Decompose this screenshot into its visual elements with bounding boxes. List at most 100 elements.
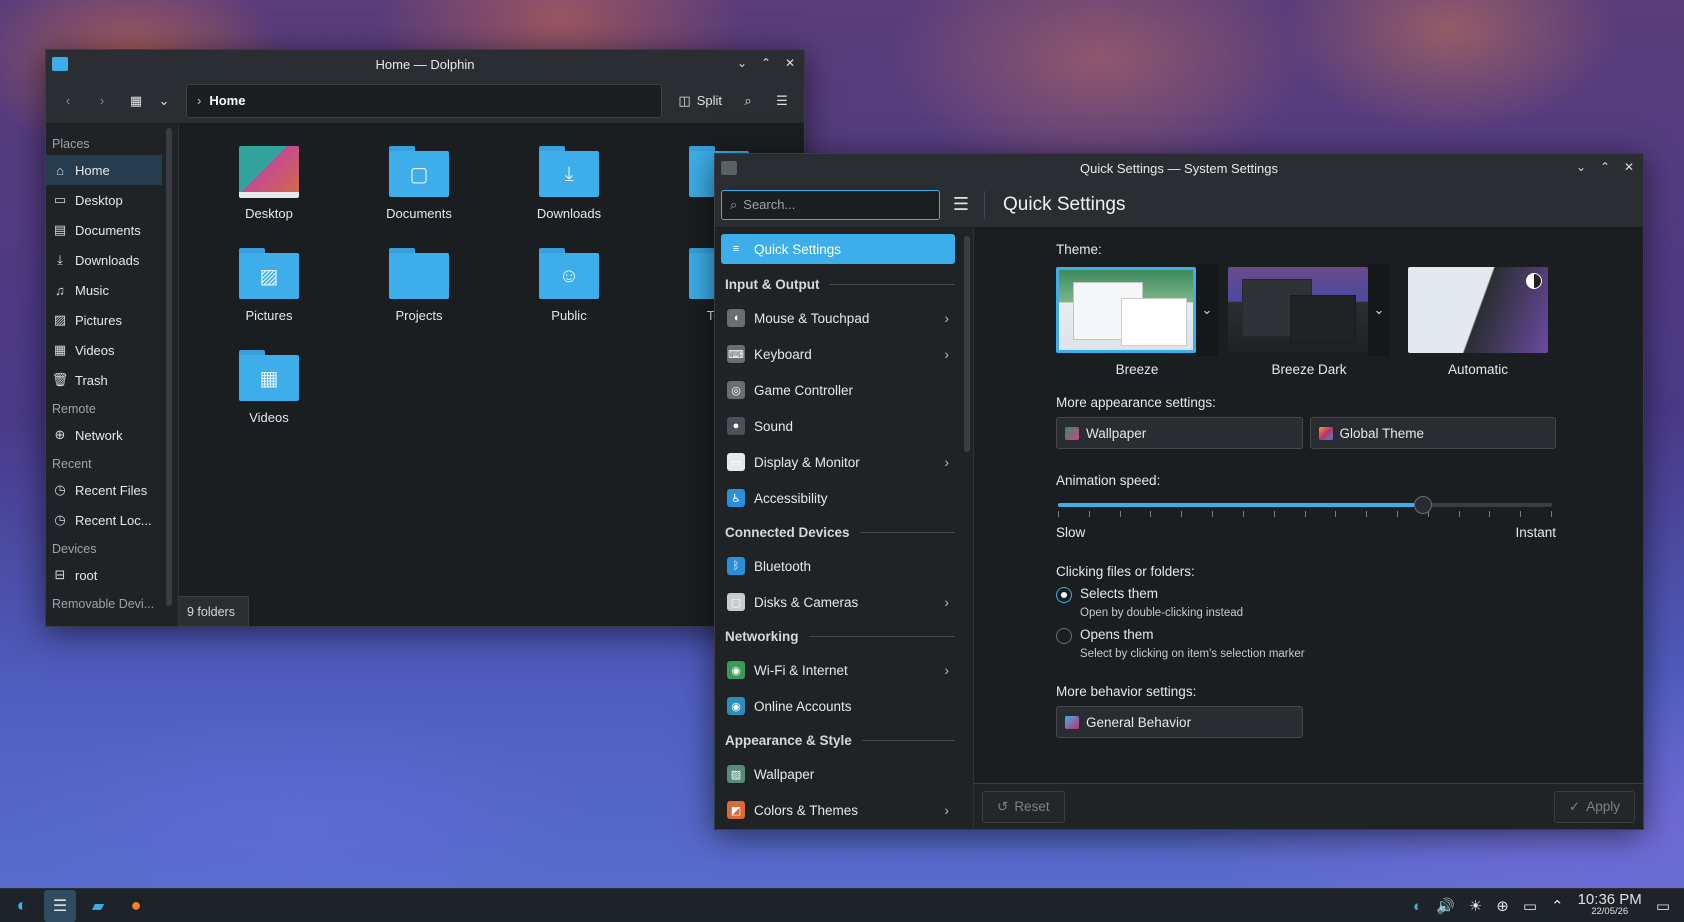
theme-variant-dropdown-icon[interactable]: ⌄ <box>1196 264 1218 356</box>
sidebar-item-game-controller[interactable]: ◎ Game Controller <box>721 372 955 408</box>
search-placeholder[interactable]: Search... <box>743 197 795 212</box>
places-item-recent-loc-[interactable]: ◷ Recent Loc... <box>46 505 162 535</box>
clock[interactable]: 10:36 PM 22/05/26 <box>1578 892 1642 918</box>
sidebar-item-mouse-touchpad[interactable]: ◖ Mouse & Touchpad › <box>721 300 955 336</box>
behavior-settings-label: More behavior settings: <box>1056 684 1197 699</box>
radio-button-unselected[interactable] <box>1056 628 1072 644</box>
maximize-icon[interactable]: ⌃ <box>1597 159 1613 175</box>
animation-speed-slider[interactable] <box>1056 495 1554 525</box>
sidebar-item-wallpaper[interactable]: ▨ Wallpaper <box>721 756 955 792</box>
global-theme-button[interactable]: Global Theme <box>1309 417 1556 449</box>
search-field[interactable]: ⌕ Search... <box>721 189 940 220</box>
settings-titlebar[interactable]: Quick Settings — System Settings ⌄ ⌃ ✕ <box>715 154 1643 182</box>
sidebar-category: Networking <box>721 620 955 652</box>
tray-expand-icon[interactable]: ⌃ <box>1551 897 1564 915</box>
recent-locations-icon: ◷ <box>54 512 66 527</box>
places-item-documents[interactable]: ▤ Documents <box>46 215 162 245</box>
theme-card-breeze-dark[interactable]: ⌄ Breeze Dark <box>1228 264 1390 377</box>
places-item-recent-files[interactable]: ◷ Recent Files <box>46 475 162 505</box>
minimize-icon[interactable]: ⌄ <box>1573 159 1589 175</box>
folder-item[interactable]: ▦ Videos <box>194 346 344 438</box>
wallpaper-button[interactable]: Wallpaper <box>1056 417 1303 449</box>
show-desktop-icon[interactable]: ▭ <box>1656 897 1670 915</box>
folder-item[interactable]: Projects <box>344 244 494 336</box>
theme-preview[interactable] <box>1056 267 1196 353</box>
trash-icon: 🗑 <box>51 372 69 387</box>
split-button[interactable]: ◫ Split <box>672 93 728 109</box>
close-icon[interactable]: ✕ <box>782 55 798 71</box>
theme-card-breeze[interactable]: ⌄ Breeze <box>1056 264 1218 377</box>
volume-icon[interactable]: 🔊 <box>1436 897 1455 915</box>
general-behavior-icon <box>1065 715 1079 729</box>
folder-icon <box>389 248 449 300</box>
folder-icon: ▦ <box>239 350 299 402</box>
folder-item[interactable]: ▨ Pictures <box>194 244 344 336</box>
sidebar-category: Connected Devices <box>721 516 955 548</box>
search-icon[interactable]: ⌕ <box>734 87 762 115</box>
maximize-icon[interactable]: ⌃ <box>758 55 774 71</box>
forward-arrow-icon[interactable]: › <box>88 87 116 115</box>
reset-button[interactable]: ↺ Reset <box>982 790 1065 823</box>
folder-item[interactable]: Desktop <box>194 142 344 234</box>
slider-tick <box>1119 511 1121 517</box>
sidebar-item-quick-settings[interactable]: ≡ Quick Settings <box>721 234 955 264</box>
sidebar-item-disks-cameras[interactable]: ▢ Disks & Cameras › <box>721 584 955 620</box>
radio-button-selected[interactable] <box>1056 587 1072 603</box>
apply-label: Apply <box>1586 799 1620 814</box>
theme-preview[interactable] <box>1228 267 1368 353</box>
display-icon[interactable]: ▭ <box>1523 897 1537 915</box>
back-arrow-icon[interactable]: ‹ <box>54 87 82 115</box>
hamburger-menu-icon[interactable]: ☰ <box>946 190 976 220</box>
places-item-pictures[interactable]: ▨ Pictures <box>46 305 162 335</box>
slider-handle[interactable] <box>1413 496 1432 514</box>
places-item-music[interactable]: ♫ Music <box>46 275 162 305</box>
sidebar-item-colors-themes[interactable]: ◩ Colors & Themes › <box>721 792 955 828</box>
close-icon[interactable]: ✕ <box>1621 159 1637 175</box>
folder-item[interactable]: ▢ Documents <box>344 142 494 234</box>
places-item-network[interactable]: ⊕ Network <box>46 420 162 450</box>
app-launcher-icon[interactable]: ◐ <box>6 890 38 922</box>
places-item-label: Documents <box>75 222 141 238</box>
sidebar-category: Appearance & Style <box>721 724 955 756</box>
firefox-icon[interactable]: ● <box>120 890 152 922</box>
network-icon[interactable]: ⊕ <box>1496 897 1509 915</box>
places-item-downloads[interactable]: ⤓ Downloads <box>46 245 162 275</box>
apply-button[interactable]: ✓ Apply <box>1553 790 1635 823</box>
dolphin-titlebar[interactable]: Home — Dolphin ⌄ ⌃ ✕ <box>46 50 804 78</box>
sidebar-item-accessibility[interactable]: ♿ Accessibility <box>721 480 955 516</box>
theme-preview[interactable] <box>1408 267 1548 353</box>
breadcrumb-home[interactable]: Home <box>209 93 245 108</box>
theme-variant-dropdown-icon[interactable]: ⌄ <box>1368 264 1390 356</box>
sidebar-item-keyboard[interactable]: ⌨ Keyboard › <box>721 336 955 372</box>
minimize-icon[interactable]: ⌄ <box>734 55 750 71</box>
sidebar-item-display-monitor[interactable]: ▭ Display & Monitor › <box>721 444 955 480</box>
dolphin-task-icon[interactable]: ▰ <box>82 890 114 922</box>
folder-item[interactable]: ⤓ Downloads <box>494 142 644 234</box>
places-item-root[interactable]: ⊟ root <box>46 560 162 590</box>
theme-card-automatic[interactable]: Automatic <box>1400 264 1556 377</box>
brightness-icon[interactable]: ☀ <box>1469 897 1482 915</box>
sidebar-item-bluetooth[interactable]: ᛒ Bluetooth <box>721 548 955 584</box>
places-item-trash[interactable]: 🗑 Trash <box>46 365 162 395</box>
clock-date: 22/05/26 <box>1591 906 1629 917</box>
sidebar-item-online-accounts[interactable]: ◉ Online Accounts <box>721 688 955 724</box>
general-behavior-button[interactable]: General Behavior <box>1056 706 1303 738</box>
radio-opens-them[interactable]: Opens them Select by clicking on item's … <box>1056 627 1556 660</box>
update-notifier-icon[interactable]: ◐ <box>1413 898 1422 915</box>
location-bar[interactable]: › Home <box>186 83 663 118</box>
chevron-down-icon[interactable]: ⌄ <box>156 87 172 115</box>
sidebar-item-wi-fi-internet[interactable]: ◉ Wi-Fi & Internet › <box>721 652 955 688</box>
network-icon: ⊕ <box>54 427 66 442</box>
radio-selects-sublabel: Open by double-clicking instead <box>1080 607 1244 619</box>
folder-item[interactable]: ☺ Public <box>494 244 644 336</box>
places-item-videos[interactable]: ▦ Videos <box>46 335 162 365</box>
sidebar-scrollbar[interactable] <box>961 228 973 829</box>
sidebar-item-sound[interactable]: ● Sound <box>721 408 955 444</box>
system-settings-task-icon[interactable]: ☰ <box>44 889 76 922</box>
places-item-desktop[interactable]: ▭ Desktop <box>46 185 162 215</box>
hamburger-menu-icon[interactable]: ☰ <box>768 87 796 115</box>
places-item-home[interactable]: ⌂ Home <box>46 155 162 185</box>
view-mode-icon[interactable]: ▦ <box>122 87 150 115</box>
places-scrollbar[interactable] <box>162 124 178 626</box>
radio-selects-them[interactable]: Selects them Open by double-clicking ins… <box>1056 586 1556 619</box>
